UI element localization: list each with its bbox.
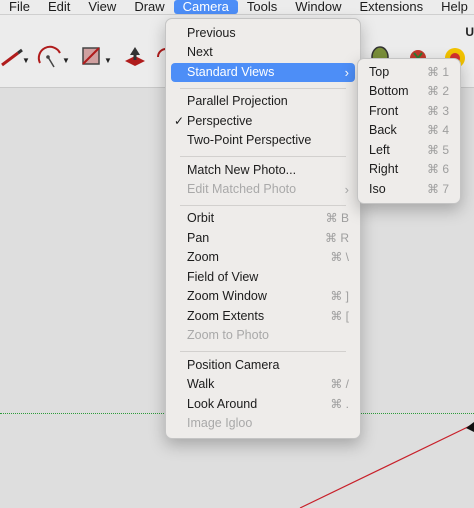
- submenu-item-left[interactable]: Left ⌘ 5: [363, 141, 455, 160]
- submenu-item-back[interactable]: Back ⌘ 4: [363, 121, 455, 140]
- menu-item-label: Next: [187, 45, 213, 59]
- shortcut-label: ⌘ 5: [426, 143, 449, 157]
- menu-camera[interactable]: Camera: [173, 0, 238, 14]
- menu-item-standard-views[interactable]: Standard Views ›: [171, 63, 355, 82]
- menu-item-match-new-photo[interactable]: Match New Photo...: [171, 161, 355, 180]
- camera-menu: Previous Next Standard Views › Parallel …: [165, 18, 361, 439]
- menu-item-look-around[interactable]: Look Around ⌘ .: [171, 395, 355, 414]
- shortcut-label: ⌘ /: [330, 377, 349, 391]
- submenu-item-front[interactable]: Front ⌘ 3: [363, 102, 455, 121]
- push-pull-icon[interactable]: [120, 43, 150, 73]
- menu-separator: [180, 205, 346, 206]
- arc-dropdown-icon[interactable]: ▼: [62, 56, 70, 65]
- submenu-item-iso[interactable]: Iso ⌘ 7: [363, 180, 455, 199]
- menu-item-label: Image Igloo: [187, 416, 253, 430]
- submenu-item-top[interactable]: Top ⌘ 1: [363, 63, 455, 82]
- shortcut-label: ⌘ \: [330, 250, 349, 264]
- menu-item-label: Back: [369, 123, 397, 137]
- menu-item-zoom-extents[interactable]: Zoom Extents ⌘ [: [171, 307, 355, 326]
- shortcut-label: ⌘ R: [325, 231, 349, 245]
- menu-item-label: Edit Matched Photo: [187, 182, 297, 196]
- menu-item-perspective[interactable]: ✓ Perspective: [171, 112, 355, 131]
- menu-item-label: Zoom Extents: [187, 309, 265, 323]
- shortcut-label: ⌘ 2: [426, 84, 449, 98]
- menu-item-two-point-perspective[interactable]: Two-Point Perspective: [171, 131, 355, 150]
- shapes-dropdown-icon[interactable]: ▼: [104, 56, 112, 65]
- menu-item-pan[interactable]: Pan ⌘ R: [171, 229, 355, 248]
- menu-item-parallel-projection[interactable]: Parallel Projection: [171, 92, 355, 111]
- menu-item-label: Orbit: [187, 211, 215, 225]
- menu-edit[interactable]: Edit: [39, 0, 79, 14]
- menubar: File Edit View Draw Camera Tools Window …: [0, 0, 474, 15]
- menu-item-label: Standard Views: [187, 65, 275, 79]
- menu-item-label: Previous: [187, 26, 236, 40]
- menu-item-walk[interactable]: Walk ⌘ /: [171, 375, 355, 394]
- shortcut-label: ⌘ 3: [426, 104, 449, 118]
- shortcut-label: ⌘ 4: [426, 123, 449, 137]
- menu-item-label: Top: [369, 65, 390, 79]
- menu-item-label: Perspective: [187, 114, 253, 128]
- menu-separator: [180, 88, 346, 89]
- menu-view[interactable]: View: [79, 0, 125, 14]
- menu-draw[interactable]: Draw: [125, 0, 173, 14]
- chevron-right-icon: ›: [344, 65, 349, 80]
- menu-item-label: Zoom to Photo: [187, 328, 269, 342]
- shortcut-label: ⌘ B: [325, 211, 349, 225]
- menu-item-label: Left: [369, 143, 390, 157]
- menu-item-image-igloo: Image Igloo: [171, 414, 355, 433]
- shortcut-label: ⌘ 7: [426, 182, 449, 196]
- menu-item-label: Front: [369, 104, 399, 118]
- pencil-dropdown-icon[interactable]: ▼: [22, 56, 30, 65]
- menu-extensions[interactable]: Extensions: [351, 0, 433, 14]
- standard-views-submenu: Top ⌘ 1 Bottom ⌘ 2 Front ⌘ 3 Back ⌘ 4 Le…: [357, 58, 461, 204]
- toolbar-label: U: [465, 25, 474, 39]
- menu-item-edit-matched-photo: Edit Matched Photo ›: [171, 180, 355, 199]
- menu-item-label: Iso: [369, 182, 386, 196]
- menu-item-orbit[interactable]: Orbit ⌘ B: [171, 209, 355, 228]
- submenu-item-right[interactable]: Right ⌘ 6: [363, 160, 455, 179]
- shortcut-label: ⌘ [: [330, 309, 349, 323]
- menu-item-label: Zoom: [187, 250, 219, 264]
- menu-item-label: Field of View: [187, 270, 259, 284]
- submenu-item-bottom[interactable]: Bottom ⌘ 2: [363, 82, 455, 101]
- menu-item-next[interactable]: Next: [171, 43, 355, 62]
- shortcut-label: ⌘ 6: [426, 162, 449, 176]
- chevron-right-icon: ›: [344, 182, 349, 197]
- menu-item-zoom-to-photo: Zoom to Photo: [171, 326, 355, 345]
- menu-help[interactable]: Help: [432, 0, 474, 14]
- menu-item-label: Right: [369, 162, 399, 176]
- menu-file[interactable]: File: [0, 0, 39, 14]
- shortcut-label: ⌘ ]: [330, 289, 349, 303]
- menu-item-label: Match New Photo...: [187, 163, 297, 177]
- menu-separator: [180, 156, 346, 157]
- menu-item-position-camera[interactable]: Position Camera: [171, 356, 355, 375]
- menu-separator: [180, 351, 346, 352]
- menu-item-zoom[interactable]: Zoom ⌘ \: [171, 248, 355, 267]
- menu-item-label: Position Camera: [187, 358, 280, 372]
- menu-window[interactable]: Window: [286, 0, 350, 14]
- menu-item-field-of-view[interactable]: Field of View: [171, 268, 355, 287]
- menu-item-label: Bottom: [369, 84, 409, 98]
- menu-tools[interactable]: Tools: [238, 0, 286, 14]
- menu-item-label: Look Around: [187, 397, 258, 411]
- menu-item-zoom-window[interactable]: Zoom Window ⌘ ]: [171, 287, 355, 306]
- shortcut-label: ⌘ .: [330, 397, 349, 411]
- menu-item-label: Zoom Window: [187, 289, 267, 303]
- menu-item-label: Walk: [187, 377, 215, 391]
- shortcut-label: ⌘ 1: [426, 65, 449, 79]
- menu-item-label: Parallel Projection: [187, 94, 288, 108]
- menu-item-label: Two-Point Perspective: [187, 133, 312, 147]
- checkmark-icon: ✓: [174, 114, 185, 128]
- menu-item-label: Pan: [187, 231, 210, 245]
- menu-item-previous[interactable]: Previous: [171, 24, 355, 43]
